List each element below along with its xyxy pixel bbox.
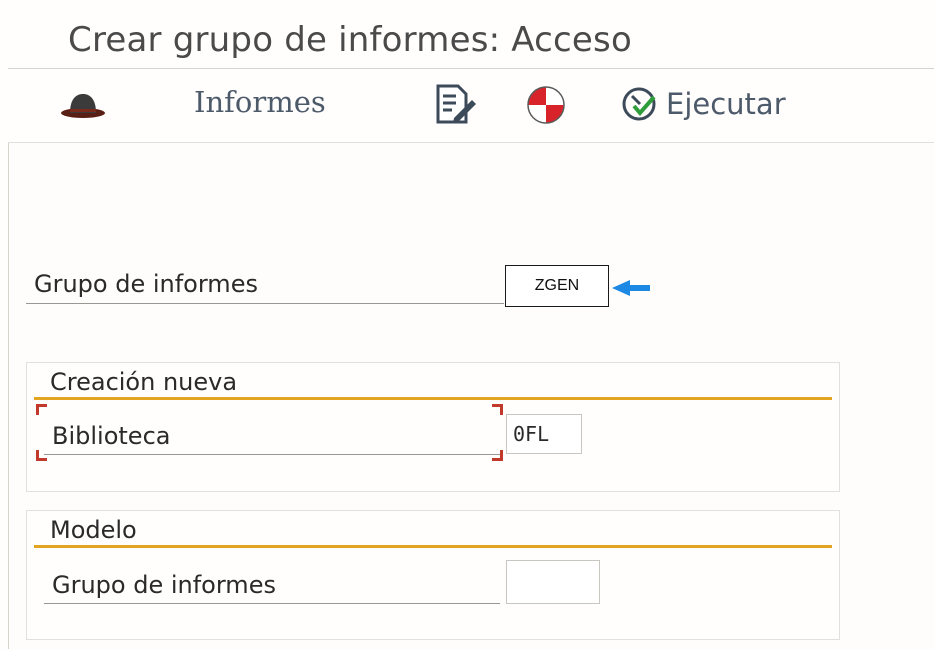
required-bracket-br <box>492 450 503 461</box>
grupo-informes-label: Grupo de informes <box>34 270 258 298</box>
required-bracket-tr <box>492 404 503 415</box>
grupo-informes-input[interactable]: ZGEN <box>505 265 609 307</box>
pointer-arrow-icon <box>612 278 652 302</box>
page-title: Crear grupo de informes: Acceso <box>68 20 632 60</box>
field-underline <box>26 303 504 304</box>
field-underline <box>44 603 500 604</box>
hat-icon[interactable] <box>58 89 108 121</box>
section-divider <box>34 545 832 548</box>
ejecutar-button[interactable]: Ejecutar <box>620 84 786 124</box>
field-underline <box>44 454 500 455</box>
ejecutar-label: Ejecutar <box>666 87 786 121</box>
required-bracket-bl <box>36 450 47 461</box>
modelo-grupo-informes-label: Grupo de informes <box>52 571 276 599</box>
biblioteca-input[interactable]: 0FL <box>506 414 582 454</box>
biblioteca-label: Biblioteca <box>52 422 171 450</box>
title-bar: Crear grupo de informes: Acceso <box>8 8 934 69</box>
informes-label: Informes <box>194 85 326 119</box>
execute-icon <box>620 84 660 124</box>
required-bracket-tl <box>36 404 47 415</box>
modelo-title: Modelo <box>50 516 137 544</box>
creacion-nueva-title: Creación nueva <box>50 368 238 396</box>
lifebuoy-icon[interactable] <box>526 85 566 125</box>
section-divider <box>34 397 832 400</box>
modelo-grupo-informes-input[interactable] <box>506 560 600 604</box>
toolbar: Informes Ejecutar <box>8 69 934 143</box>
document-edit-icon[interactable] <box>432 82 478 128</box>
informes-button[interactable]: Informes <box>194 85 326 119</box>
